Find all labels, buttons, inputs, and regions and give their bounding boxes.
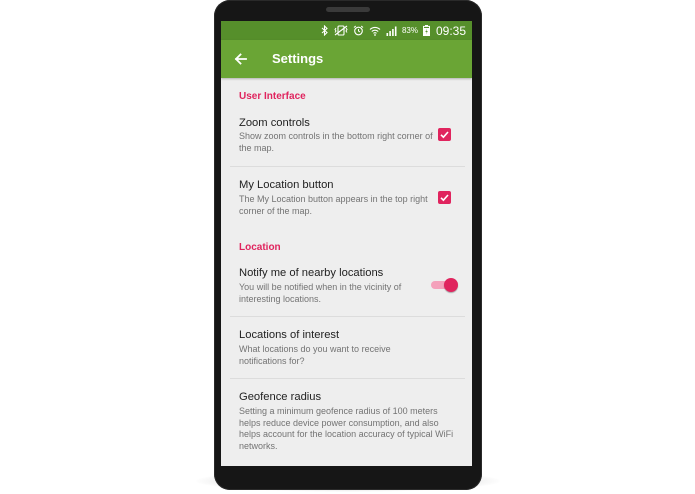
pref-locations-of-interest-summary: What locations do you want to receive no…	[239, 344, 391, 366]
pref-geofence-radius-title: Geofence radius	[239, 391, 322, 403]
cell-signal-icon	[386, 26, 397, 36]
checkmark-icon	[440, 131, 449, 139]
notify-nearby-switch[interactable]	[429, 277, 458, 293]
my-location-checkbox[interactable]	[438, 191, 451, 204]
clock-time: 09:35	[435, 23, 466, 38]
pref-zoom-controls-summary: Show zoom controls in the bottom right c…	[239, 131, 433, 153]
pref-zoom-controls-title: Zoom controls	[239, 117, 310, 129]
alarm-icon	[353, 25, 364, 36]
checkmark-icon	[440, 194, 449, 202]
phone-speaker	[326, 7, 370, 12]
bluetooth-icon	[321, 25, 329, 36]
divider	[230, 378, 465, 379]
pref-geofence-radius-summary: Setting a minimum geofence radius of 100…	[239, 406, 454, 451]
zoom-controls-checkbox[interactable]	[438, 128, 451, 141]
divider	[230, 316, 465, 317]
app-bar: Settings	[221, 40, 472, 78]
pref-locations-of-interest-title: Locations of interest	[239, 329, 340, 341]
pref-my-location-summary: The My Location button appears in the to…	[239, 194, 428, 216]
pref-notify-nearby-summary: You will be notified when in the vicinit…	[239, 282, 402, 304]
back-button[interactable]	[231, 49, 251, 69]
section-header-user-interface: User Interface	[239, 91, 306, 102]
app-screen: 83% 09:35 Settings User Interface Zoom c…	[221, 21, 472, 466]
battery-percent: 83%	[401, 26, 418, 35]
arrow-left-icon	[234, 53, 247, 65]
page-title: Settings	[272, 51, 324, 66]
vibrate-icon	[334, 25, 348, 36]
wifi-icon	[369, 26, 381, 36]
section-header-location: Location	[239, 242, 281, 253]
pref-notify-nearby-title: Notify me of nearby locations	[239, 267, 384, 279]
divider	[230, 166, 465, 167]
switch-thumb	[444, 278, 458, 292]
battery-icon	[422, 25, 430, 36]
pref-my-location-title: My Location button	[239, 179, 334, 191]
status-bar: 83% 09:35	[221, 21, 472, 40]
